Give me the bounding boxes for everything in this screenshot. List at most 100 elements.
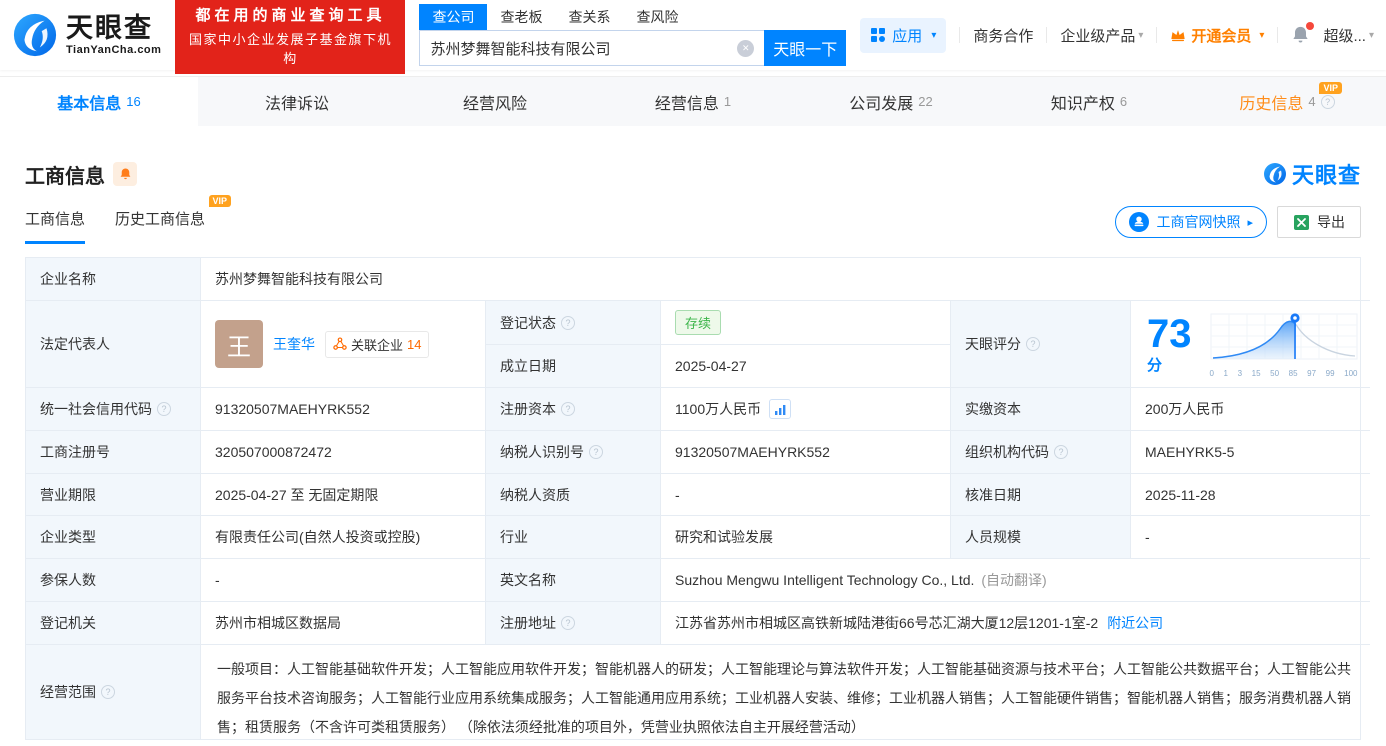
nav-open-vip[interactable]: 开通会员 ▾ <box>1170 25 1264 46</box>
tab-operation-risk[interactable]: 经营风险 <box>396 77 594 126</box>
english-name-cell: Suzhou Mengwu Intelligent Technology Co.… <box>661 559 1370 602</box>
apps-menu[interactable]: 应用 ▾ <box>860 17 947 53</box>
company-tabbar: 基本信息 16 法律诉讼 经营风险 经营信息 1 公司发展 22 知识产权 6 … <box>0 76 1386 126</box>
reg-address-value: 江苏省苏州市相城区高铁新城陆港街66号芯汇湖大厦12层1201-1室-2 <box>675 615 1099 631</box>
status-badge: 存续 <box>675 310 722 335</box>
auto-translate-note: (自动翻译) <box>981 572 1047 588</box>
reg-number-value: 320507000872472 <box>201 431 486 474</box>
field-label: 经营范围 ? <box>26 645 201 739</box>
search-input[interactable]: 苏州梦舞智能科技有限公司 ✕ <box>419 30 765 66</box>
help-icon[interactable]: ? <box>561 402 575 416</box>
enterprise-label: 企业级产品 <box>1060 27 1136 45</box>
bell-icon <box>120 168 130 180</box>
search-area: 查公司 查老板 查关系 查风险 苏州梦舞智能科技有限公司 ✕ 天眼一下 <box>419 4 847 66</box>
official-snapshot-button[interactable]: 工商官网快照 ▸ <box>1115 206 1267 238</box>
tab-intellectual-property[interactable]: 知识产权 6 <box>990 77 1188 126</box>
search-tab-company[interactable]: 查公司 <box>419 4 488 30</box>
help-icon[interactable]: ? <box>1026 337 1040 351</box>
help-icon[interactable]: ? <box>1054 445 1068 459</box>
score-value: 73 <box>1147 311 1192 356</box>
field-label: 行业 <box>486 516 661 559</box>
search-tab-boss[interactable]: 查老板 <box>487 4 555 30</box>
subtab-label: 历史工商信息 <box>115 211 206 228</box>
field-label: 人员规模 <box>951 516 1131 559</box>
stamp-icon <box>1129 212 1150 232</box>
notifications-bell[interactable] <box>1291 22 1315 45</box>
promo-line2: 国家中小企业发展子基金旗下机构 <box>188 31 392 66</box>
brand-name: 天眼查 <box>66 12 153 43</box>
search-tab-relation[interactable]: 查关系 <box>555 4 623 30</box>
avatar[interactable]: 王 <box>215 320 263 368</box>
nav-enterprise-products[interactable]: 企业级产品 ▾ <box>1060 25 1143 46</box>
related-label: 关联企业 <box>351 337 404 353</box>
monitor-bell-button[interactable] <box>113 162 137 186</box>
subtab-business-info[interactable]: 工商信息 <box>25 208 86 244</box>
crown-icon <box>1171 30 1186 42</box>
clear-search-icon[interactable]: ✕ <box>737 39 755 57</box>
industry-value: 研究和试验发展 <box>661 516 951 559</box>
field-label: 法定代表人 <box>26 301 201 388</box>
tab-basic-info[interactable]: 基本信息 16 <box>0 77 198 126</box>
export-button[interactable]: 导出 <box>1277 206 1361 238</box>
field-label: 营业期限 <box>26 474 201 516</box>
help-icon[interactable]: ? <box>589 445 603 459</box>
arrow-right-icon: ▸ <box>1247 216 1253 229</box>
tab-operation-info[interactable]: 经营信息 1 <box>594 77 792 126</box>
search-tab-risk[interactable]: 查风险 <box>623 4 691 30</box>
label-text: 登记状态 <box>500 314 556 331</box>
nav-business-cooperation[interactable]: 商务合作 <box>973 25 1033 46</box>
tab-company-development[interactable]: 公司发展 22 <box>792 77 990 126</box>
tianyancha-watermark: 天眼查 <box>1263 158 1361 190</box>
org-code-value: MAEHYRK5-5 <box>1131 431 1370 474</box>
tab-label: 经营风险 <box>462 95 527 113</box>
tab-label: 公司发展 <box>849 95 914 113</box>
help-icon[interactable]: ? <box>157 402 171 416</box>
tianyancha-watermark-icon <box>1263 163 1286 185</box>
user-menu[interactable]: 超级... ▾ <box>1323 25 1374 46</box>
chevron-down-icon: ▾ <box>1259 29 1265 41</box>
related-count: 14 <box>407 336 422 352</box>
help-icon[interactable]: ? <box>101 685 115 699</box>
search-input-value: 苏州梦舞智能科技有限公司 <box>430 40 611 58</box>
tianyan-score-cell: 73分 0 1 3 15 50 85 97 99 100 <box>1131 301 1370 388</box>
vip-badge: VIP <box>1319 82 1342 94</box>
search-button[interactable]: 天眼一下 <box>764 30 847 66</box>
field-label: 英文名称 <box>486 559 661 602</box>
reg-status-cell: 存续 <box>661 301 951 345</box>
tianyancha-logo-icon <box>13 13 57 57</box>
help-icon[interactable]: ? <box>1320 94 1335 109</box>
subtab-history-business-info[interactable]: VIP 历史工商信息 <box>115 195 232 244</box>
tab-count: 22 <box>918 94 933 109</box>
legal-rep-name-link[interactable]: 王奎华 <box>273 334 315 354</box>
divider <box>1156 27 1158 43</box>
staff-size-value: - <box>1131 516 1370 559</box>
field-label: 纳税人识别号 ? <box>486 431 661 474</box>
nearby-companies-link[interactable]: 附近公司 <box>1107 613 1163 633</box>
score-distribution-chart: 0 1 3 15 50 85 97 99 100 <box>1208 311 1360 378</box>
capital-chart-icon[interactable] <box>769 399 792 419</box>
label-text: 注册地址 <box>500 615 556 631</box>
label-text: 天眼评分 <box>965 336 1021 352</box>
reg-address-cell: 江苏省苏州市相城区高铁新城陆港街66号芯汇湖大厦12层1201-1室-2 附近公… <box>661 602 1370 645</box>
tab-history-info[interactable]: VIP 历史信息 4 ? <box>1188 77 1386 126</box>
help-icon[interactable]: ? <box>561 616 575 630</box>
field-label: 成立日期 <box>486 345 661 388</box>
help-icon[interactable]: ? <box>561 315 575 330</box>
username: 超级... <box>1323 27 1366 45</box>
network-icon <box>333 337 347 350</box>
tianyancha-logo[interactable]: 天眼查 TianYanCha.com <box>12 12 161 58</box>
taxpayer-id-value: 91320507MAEHYRK552 <box>661 431 951 474</box>
tab-count: 4 <box>1308 94 1316 109</box>
field-label: 登记机关 <box>26 602 201 645</box>
tab-legal-litigation[interactable]: 法律诉讼 <box>198 77 396 126</box>
divider <box>959 27 961 43</box>
app-grid-icon <box>871 28 886 42</box>
company-type-value: 有限责任公司(自然人投资或控股) <box>201 516 486 559</box>
divider <box>1046 27 1048 43</box>
related-companies-badge[interactable]: 关联企业 14 <box>325 330 430 358</box>
main-content: 工商信息 天眼查 工商信息 VIP 历史工商信息 工商官网快照 ▸ 导出 企业名… <box>0 158 1386 740</box>
field-label: 工商注册号 <box>26 431 201 474</box>
field-label: 企业类型 <box>26 516 201 559</box>
field-label: 天眼评分 ? <box>951 301 1131 388</box>
tab-label: 历史信息 <box>1239 95 1304 113</box>
